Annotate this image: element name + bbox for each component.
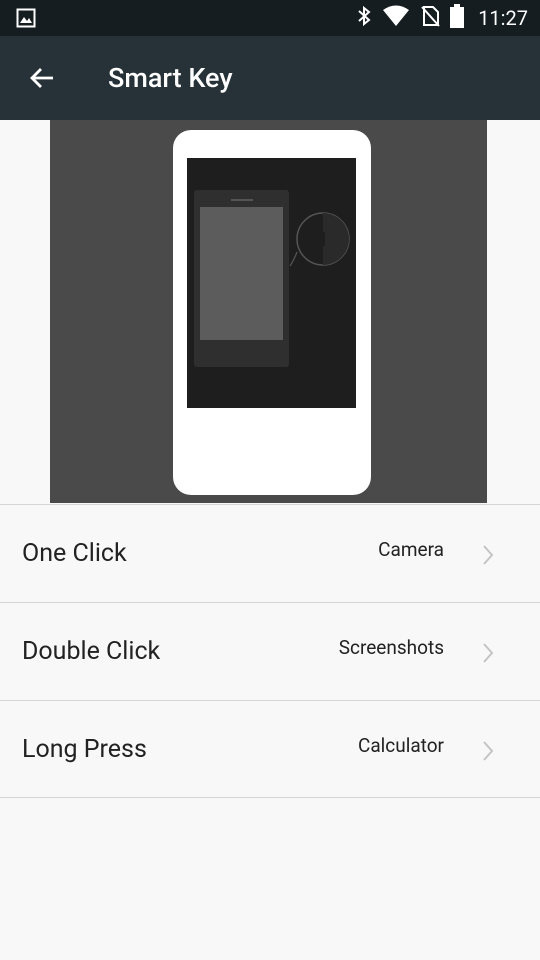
phone-illustration (173, 130, 371, 495)
chevron-right-icon (483, 545, 494, 565)
no-sim-icon (420, 5, 440, 31)
clock: 11:27 (478, 6, 528, 30)
page-title: Smart Key (108, 62, 233, 94)
bluetooth-icon (356, 4, 372, 32)
status-bar: 11:27 (0, 0, 540, 36)
smart-key-illustration (50, 120, 487, 503)
setting-row-double-click[interactable]: Double Click Screenshots (0, 603, 540, 700)
setting-label: Long Press (22, 735, 147, 764)
setting-value: Screenshots (338, 636, 444, 659)
setting-label: Double Click (22, 637, 161, 666)
setting-row-one-click[interactable]: One Click Camera (0, 505, 540, 602)
app-bar: Smart Key (0, 36, 540, 120)
battery-icon (450, 4, 465, 32)
chevron-right-icon (483, 741, 494, 761)
setting-label: One Click (22, 539, 127, 568)
setting-value: Calculator (357, 734, 444, 757)
status-icons: 11:27 (356, 0, 528, 36)
image-notification-icon (16, 8, 36, 32)
setting-value: Camera (378, 538, 444, 561)
divider (0, 797, 540, 798)
chevron-right-icon (483, 643, 494, 663)
back-button[interactable] (22, 60, 62, 96)
setting-row-long-press[interactable]: Long Press Calculator (0, 701, 540, 798)
arrow-back-icon (30, 68, 53, 88)
wifi-icon (382, 5, 410, 31)
